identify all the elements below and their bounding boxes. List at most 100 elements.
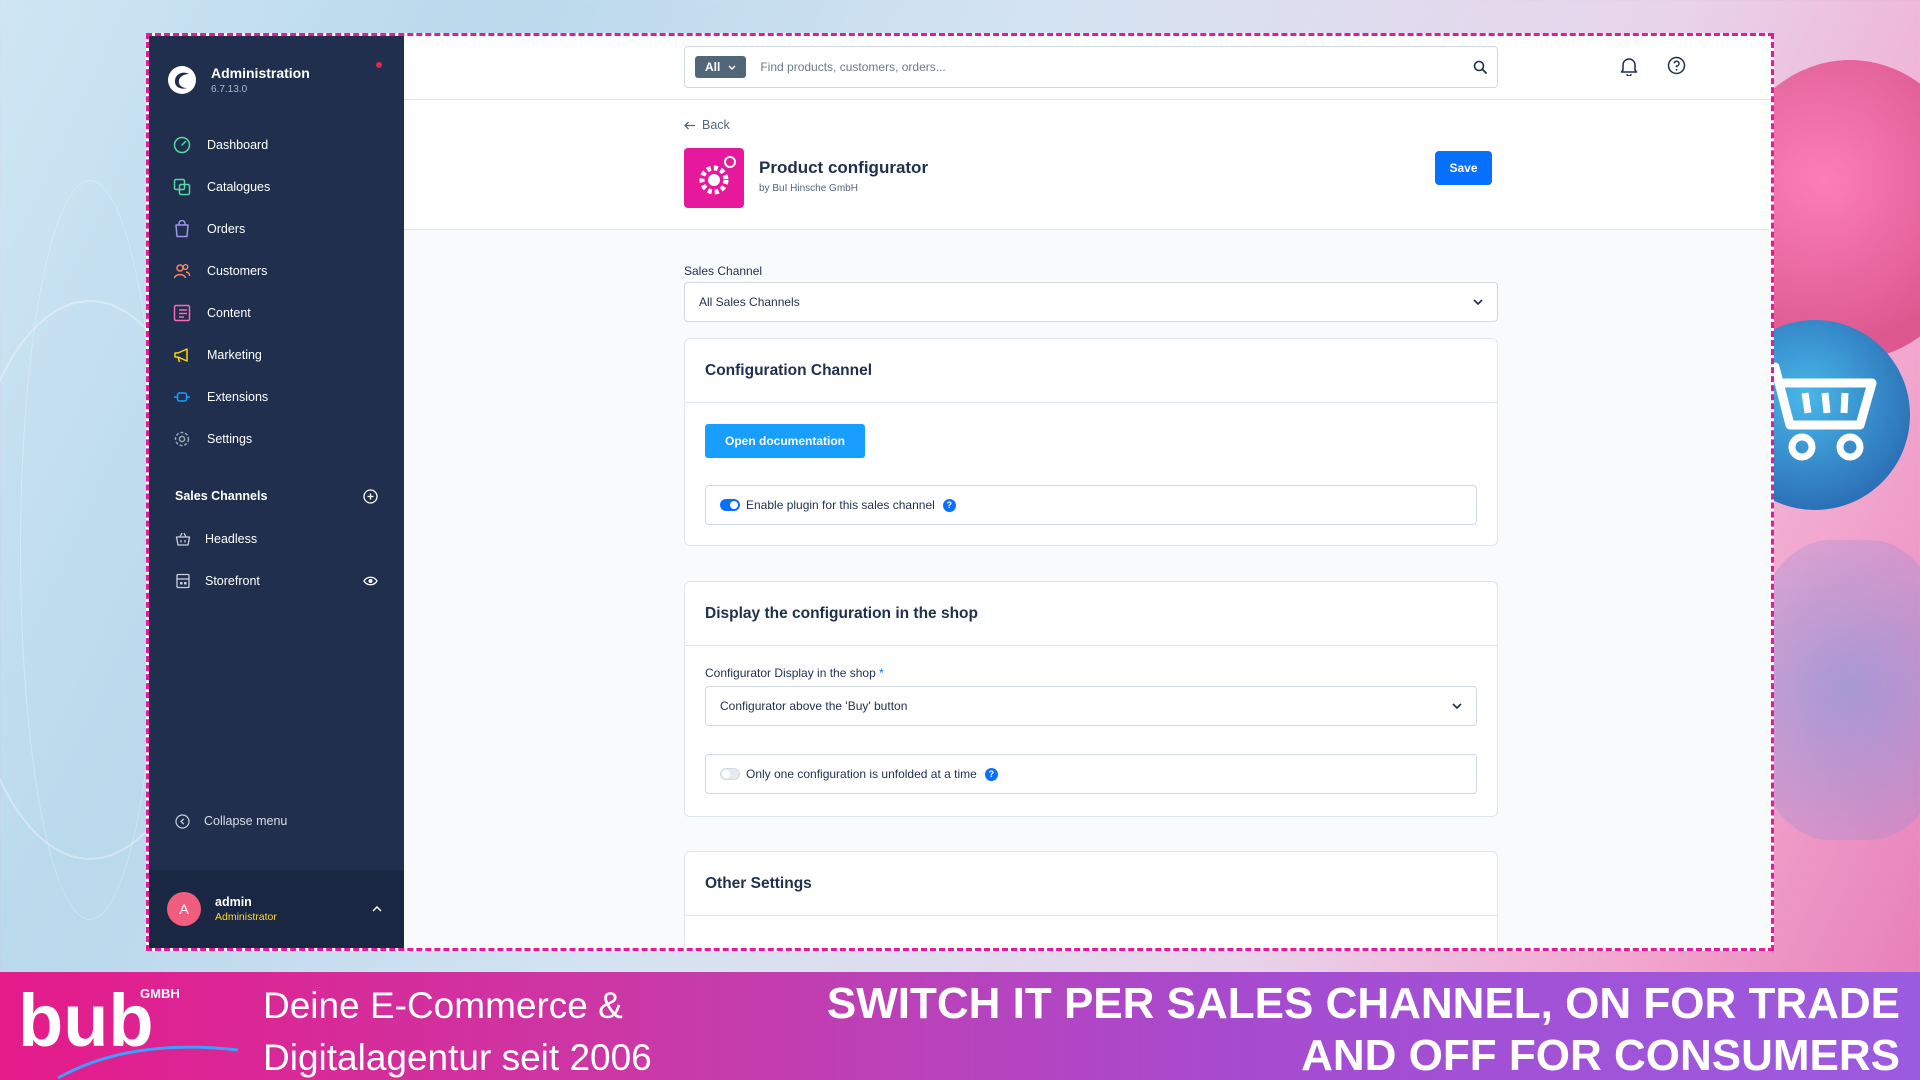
sidebar-item-label: Customers xyxy=(207,264,268,278)
chevron-up-icon[interactable] xyxy=(372,906,382,912)
shopware-logo-icon xyxy=(168,66,196,94)
catalogue-icon xyxy=(173,178,191,196)
help-tooltip-icon[interactable]: ? xyxy=(942,498,956,512)
help-tooltip-icon[interactable]: ? xyxy=(984,767,998,781)
required-mark: * xyxy=(879,666,884,680)
sales-channel-label: Headless xyxy=(205,532,258,546)
sidebar-item-content[interactable]: Content xyxy=(149,292,404,334)
search-icon[interactable] xyxy=(1473,60,1487,74)
user-menu[interactable]: A admin Administrator xyxy=(149,870,404,948)
configurator-display-label: Configurator Display in the shop * xyxy=(705,666,884,680)
marketing-icon xyxy=(173,346,191,364)
sales-channel-value: All Sales Channels xyxy=(699,295,800,309)
user-name: admin xyxy=(215,895,252,909)
sidebar-item-dashboard[interactable]: Dashboard xyxy=(149,124,404,166)
top-bar: All xyxy=(404,36,1771,100)
background-blob xyxy=(1750,540,1920,840)
sidebar-item-label: Marketing xyxy=(207,348,262,362)
banner-headline: SWITCH IT PER SALES CHANNEL, ON FOR TRAD… xyxy=(760,978,1900,1080)
notification-dot xyxy=(376,62,382,68)
sidebar-item-customers[interactable]: Customers xyxy=(149,250,404,292)
sales-channel-select[interactable]: All Sales Channels xyxy=(684,282,1498,322)
banner-tagline: Deine E-Commerce & Digitalagentur seit 2… xyxy=(263,980,652,1080)
enable-plugin-toggle[interactable] xyxy=(720,499,740,511)
sidebar-item-extensions[interactable]: Extensions xyxy=(149,376,404,418)
back-label: Back xyxy=(702,118,730,132)
extensions-icon xyxy=(173,388,191,406)
user-role: Administrator xyxy=(215,911,277,923)
brand-logo-text: bub xyxy=(18,980,154,1062)
chevron-down-icon xyxy=(1473,299,1483,305)
enable-plugin-field: Enable plugin for this sales channel ? xyxy=(705,485,1477,525)
card-title: Other Settings xyxy=(685,852,1497,916)
page-header: Back Product configurator by BuI Hinsche… xyxy=(404,100,1771,230)
save-button[interactable]: Save xyxy=(1435,151,1492,185)
chevron-down-icon xyxy=(1452,703,1462,709)
search-input[interactable] xyxy=(760,60,1473,74)
sales-channel-label: Storefront xyxy=(205,574,260,588)
sidebar-item-settings[interactable]: Settings xyxy=(149,418,404,460)
sales-channel-label: Sales Channel xyxy=(684,264,763,278)
unfold-one-toggle[interactable] xyxy=(720,768,740,780)
collapse-menu-button[interactable]: Collapse menu xyxy=(149,806,287,836)
tagline-line: Deine E-Commerce & xyxy=(263,985,623,1026)
sidebar-item-label: Catalogues xyxy=(207,180,271,194)
main-area: All Back xyxy=(404,36,1771,948)
brand-logo: bub GMBH xyxy=(18,980,239,1080)
enable-plugin-label: Enable plugin for this sales channel xyxy=(746,498,935,512)
content-icon xyxy=(173,304,191,322)
back-link[interactable]: Back xyxy=(684,118,730,132)
sidebar-item-label: Orders xyxy=(207,222,246,236)
card-title: Configuration Channel xyxy=(685,339,1497,403)
avatar: A xyxy=(167,892,201,926)
configurator-display-label-text: Configurator Display in the shop xyxy=(705,666,876,680)
plugin-logo xyxy=(684,148,744,208)
admin-version: 6.7.13.0 xyxy=(211,84,248,95)
storefront-icon xyxy=(175,573,191,589)
card-title: Display the configuration in the shop xyxy=(685,582,1497,646)
search-type-label: All xyxy=(705,60,721,74)
sidebar-item-orders[interactable]: Orders xyxy=(149,208,404,250)
chevron-down-icon xyxy=(728,65,736,70)
orders-icon xyxy=(173,220,191,238)
sales-channel-item-storefront[interactable]: Storefront xyxy=(149,560,404,602)
sidebar-header: Administration 6.7.13.0 xyxy=(149,36,404,106)
other-settings-card: Other Settings xyxy=(684,851,1498,948)
settings-icon xyxy=(173,430,191,448)
bell-icon[interactable] xyxy=(1620,56,1638,76)
display-configuration-card: Display the configuration in the shop Co… xyxy=(684,581,1498,817)
customers-icon xyxy=(173,262,191,280)
background-swirl xyxy=(20,180,160,920)
eye-icon[interactable] xyxy=(363,576,378,586)
sidebar-item-marketing[interactable]: Marketing xyxy=(149,334,404,376)
admin-window: Administration 6.7.13.0 Dashboard Catalo… xyxy=(146,33,1774,951)
collapse-menu-label: Collapse menu xyxy=(204,814,288,828)
page-title: Product configurator xyxy=(759,158,929,177)
add-sales-channel-icon[interactable] xyxy=(363,488,378,504)
global-search: All xyxy=(684,46,1498,88)
headline-line: SWITCH IT PER SALES CHANNEL, ON FOR TRAD… xyxy=(826,979,1900,1028)
sidebar-item-label: Extensions xyxy=(207,390,269,404)
sidebar: Administration 6.7.13.0 Dashboard Catalo… xyxy=(149,36,404,948)
gear-icon xyxy=(699,156,736,195)
unfold-one-field: Only one configuration is unfolded at a … xyxy=(705,754,1477,794)
headline-line: AND OFF FOR CONSUMERS xyxy=(1301,1031,1900,1080)
open-documentation-button[interactable]: Open documentation xyxy=(705,424,865,458)
sales-channels-title: Sales Channels xyxy=(175,489,268,503)
sidebar-item-label: Dashboard xyxy=(207,138,269,152)
brand-logo-sub: GMBH xyxy=(140,986,180,1001)
sales-channel-item-headless[interactable]: Headless xyxy=(149,518,404,560)
sales-channels-header: Sales Channels xyxy=(149,484,404,508)
arrow-left-icon xyxy=(684,121,696,130)
plugin-author: by BuI Hinsche GmbH xyxy=(759,183,858,194)
promo-banner: bub GMBH Deine E-Commerce & Digitalagent… xyxy=(0,972,1920,1080)
sidebar-item-catalogues[interactable]: Catalogues xyxy=(149,166,404,208)
configurator-display-value: Configurator above the 'Buy' button xyxy=(720,699,908,713)
help-icon[interactable] xyxy=(1667,56,1686,75)
search-type-select[interactable]: All xyxy=(695,56,747,78)
sidebar-item-label: Settings xyxy=(207,432,253,446)
tagline-line: Digitalagentur seit 2006 xyxy=(263,1037,652,1078)
configurator-display-select[interactable]: Configurator above the 'Buy' button xyxy=(705,686,1477,726)
basket-icon xyxy=(175,531,191,547)
main-navigation: Dashboard Catalogues Orders Customers Co… xyxy=(149,124,404,460)
